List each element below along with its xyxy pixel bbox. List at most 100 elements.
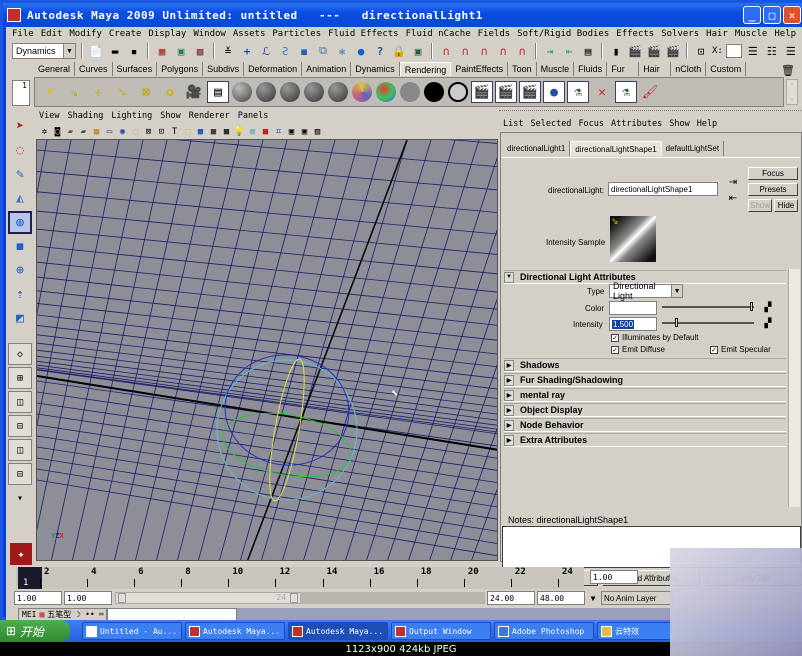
four-view-layout-icon[interactable]: ⊞ <box>8 367 32 389</box>
textured-icon[interactable]: ■ <box>260 126 271 137</box>
use-all-lights-icon[interactable]: 💡 <box>234 126 245 137</box>
vp-menu-view[interactable]: View <box>39 111 59 123</box>
vp-menu-show[interactable]: Show <box>160 111 180 123</box>
section-fur-shading[interactable]: ▶ Fur Shading/Shadowing <box>504 373 786 387</box>
show-hide-tool-settings-icon[interactable]: ☰ <box>783 43 799 59</box>
select-surfaces-icon[interactable]: ◼ <box>296 43 312 59</box>
hide-button[interactable]: Hide <box>774 199 798 212</box>
ae-menu-list[interactable]: List <box>503 119 523 130</box>
shelf-tab-surfaces[interactable]: Surfaces <box>113 62 158 76</box>
select-curves-icon[interactable]: Ƨ <box>277 43 293 59</box>
shelf-tab-custom[interactable]: Custom <box>706 62 747 76</box>
menu-fluid-ncache[interactable]: Fluid nCache <box>406 29 471 39</box>
ae-menu-attributes[interactable]: Attributes <box>611 119 662 130</box>
intensity-slider[interactable] <box>662 318 754 327</box>
field-chart-icon[interactable]: ⊠ <box>143 126 154 137</box>
intensity-slider-thumb[interactable] <box>675 318 679 327</box>
select-camera-icon[interactable]: ✲ <box>39 126 50 137</box>
shelf-tab-subdivs[interactable]: Subdivs <box>203 62 245 76</box>
menu-edit[interactable]: Edit <box>41 29 63 39</box>
safe-action-icon[interactable]: ⊡ <box>156 126 167 137</box>
menu-hair[interactable]: Hair <box>706 29 728 39</box>
flat-shade-icon[interactable]: ■ <box>208 126 219 137</box>
select-handles-icon[interactable]: + <box>239 43 255 59</box>
select-dynamics-icon[interactable]: ✱ <box>334 43 350 59</box>
shadows-icon[interactable]: ■ <box>247 126 258 137</box>
ae-tab-default-light-set[interactable]: defaultLightSet <box>662 141 725 156</box>
ae-menu-focus[interactable]: Focus <box>578 119 604 130</box>
area-light-icon[interactable]: ⊠ <box>135 81 157 103</box>
shelf-tab-hair[interactable]: Hair <box>639 62 672 76</box>
material-swatch[interactable] <box>447 81 469 103</box>
make-live-icon[interactable]: ∩ <box>514 43 530 59</box>
render-view-icon[interactable]: ▮ <box>608 43 624 59</box>
more-layouts-icon[interactable]: ▾ <box>8 487 32 509</box>
map-button-icon[interactable]: ▞ <box>760 299 776 315</box>
shelf-tab-fluids[interactable]: Fluids <box>574 62 608 76</box>
material-swatch[interactable] <box>375 81 397 103</box>
range-end-handle[interactable] <box>290 593 298 603</box>
material-swatch[interactable] <box>303 81 325 103</box>
shelf-tab-rendering[interactable]: Rendering <box>399 62 452 76</box>
shelf-tab-toon[interactable]: Toon <box>508 62 537 76</box>
persp-outliner-layout-icon[interactable]: ◫ <box>8 391 32 413</box>
task-maya-2[interactable]: Autodesk Maya... <box>288 622 388 640</box>
task-untitled[interactable]: Untitled - Au... <box>82 622 182 640</box>
select-deformations-icon[interactable]: ⧉ <box>315 43 331 59</box>
snap-grid-icon[interactable]: ∩ <box>438 43 454 59</box>
start-button[interactable]: ⊞ 开始 <box>0 620 70 642</box>
paint-effects-icon[interactable]: 🖌 <box>639 81 661 103</box>
select-misc-icon[interactable]: ? <box>372 43 388 59</box>
ae-menu-show[interactable]: Show <box>669 119 689 130</box>
playback-start-field[interactable]: 1.00 <box>64 591 112 605</box>
anim-layer-field[interactable]: No Anim Layer <box>601 591 673 605</box>
anim-layer-dropdown-icon[interactable]: ▼ <box>585 590 601 606</box>
shelf-number[interactable]: 1 <box>12 80 30 106</box>
persp-graph-layout-icon[interactable]: ⊟ <box>8 415 32 437</box>
minimize-button[interactable]: _ <box>743 6 761 24</box>
menu-soft-rigid-bodies[interactable]: Soft/Rigid Bodies <box>517 29 609 39</box>
go-to-start-icon[interactable]: ⏮ <box>642 569 658 585</box>
mask-icon[interactable]: ≚ <box>220 43 236 59</box>
scale-tool-icon[interactable]: ◼ <box>8 235 32 258</box>
material-swatch[interactable] <box>423 81 445 103</box>
playback-end-field[interactable]: 24.00 <box>487 591 535 605</box>
menu-fields[interactable]: Fields <box>478 29 511 39</box>
xray-icon[interactable]: ▣ <box>286 126 297 137</box>
ae-scrollbar[interactable] <box>788 269 800 507</box>
show-hide-attribute-editor-icon[interactable]: ☷ <box>764 43 780 59</box>
construction-history-icon[interactable]: ▤ <box>580 43 596 59</box>
wireframe-icon[interactable]: ⬚ <box>182 126 193 137</box>
rotate-tool-icon[interactable]: ◍ <box>8 211 32 234</box>
ambient-light-icon[interactable]: ☀ <box>39 81 61 103</box>
map-button-icon[interactable]: ▞ <box>760 315 776 331</box>
start-time-field[interactable]: 1.00 <box>14 591 62 605</box>
menu-particles[interactable]: Particles <box>272 29 321 39</box>
select-tool-icon[interactable]: ➤ <box>8 115 32 138</box>
material-swatch[interactable] <box>255 81 277 103</box>
material-swatch[interactable] <box>327 81 349 103</box>
menu-modify[interactable]: Modify <box>69 29 102 39</box>
grid-icon[interactable]: ▦ <box>91 126 102 137</box>
create-render-node-icon[interactable]: ▤ <box>207 81 229 103</box>
xray-joints-icon[interactable]: ▣ <box>299 126 310 137</box>
color-slider-thumb[interactable] <box>750 302 753 311</box>
shelf-scrollbar[interactable]: ⌃ ⌄ <box>786 79 798 105</box>
show-manipulator-icon[interactable]: ◩ <box>8 307 32 330</box>
render-settings-icon[interactable]: 🎬 <box>665 43 681 59</box>
high-quality-icon[interactable]: ▨ <box>312 126 323 137</box>
snap-point-icon[interactable]: ∩ <box>476 43 492 59</box>
material-swatch[interactable] <box>399 81 421 103</box>
section-object-display[interactable]: ▶ Object Display <box>504 403 786 417</box>
task-output-window[interactable]: Output Window <box>391 622 491 640</box>
film-gate-icon[interactable]: ▭ <box>104 126 115 137</box>
bookmarks-icon[interactable]: ▰ <box>65 126 76 137</box>
select-joints-icon[interactable]: ℒ <box>258 43 274 59</box>
section-shadows[interactable]: ▶ Shadows <box>504 358 786 372</box>
shelf-tab-muscle[interactable]: Muscle <box>537 62 575 76</box>
ae-tab-directional-light-shape[interactable]: directionalLightShape1 <box>570 141 662 156</box>
time-slider[interactable]: 1 2 4 6 8 10 12 14 16 18 20 22 24 <box>16 567 584 589</box>
emit-diffuse-checkbox[interactable]: ✓ Emit Diffuse <box>611 345 665 354</box>
shelf-tab-polygons[interactable]: Polygons <box>157 62 204 76</box>
section-mental-ray[interactable]: ▶ mental ray <box>504 388 786 402</box>
